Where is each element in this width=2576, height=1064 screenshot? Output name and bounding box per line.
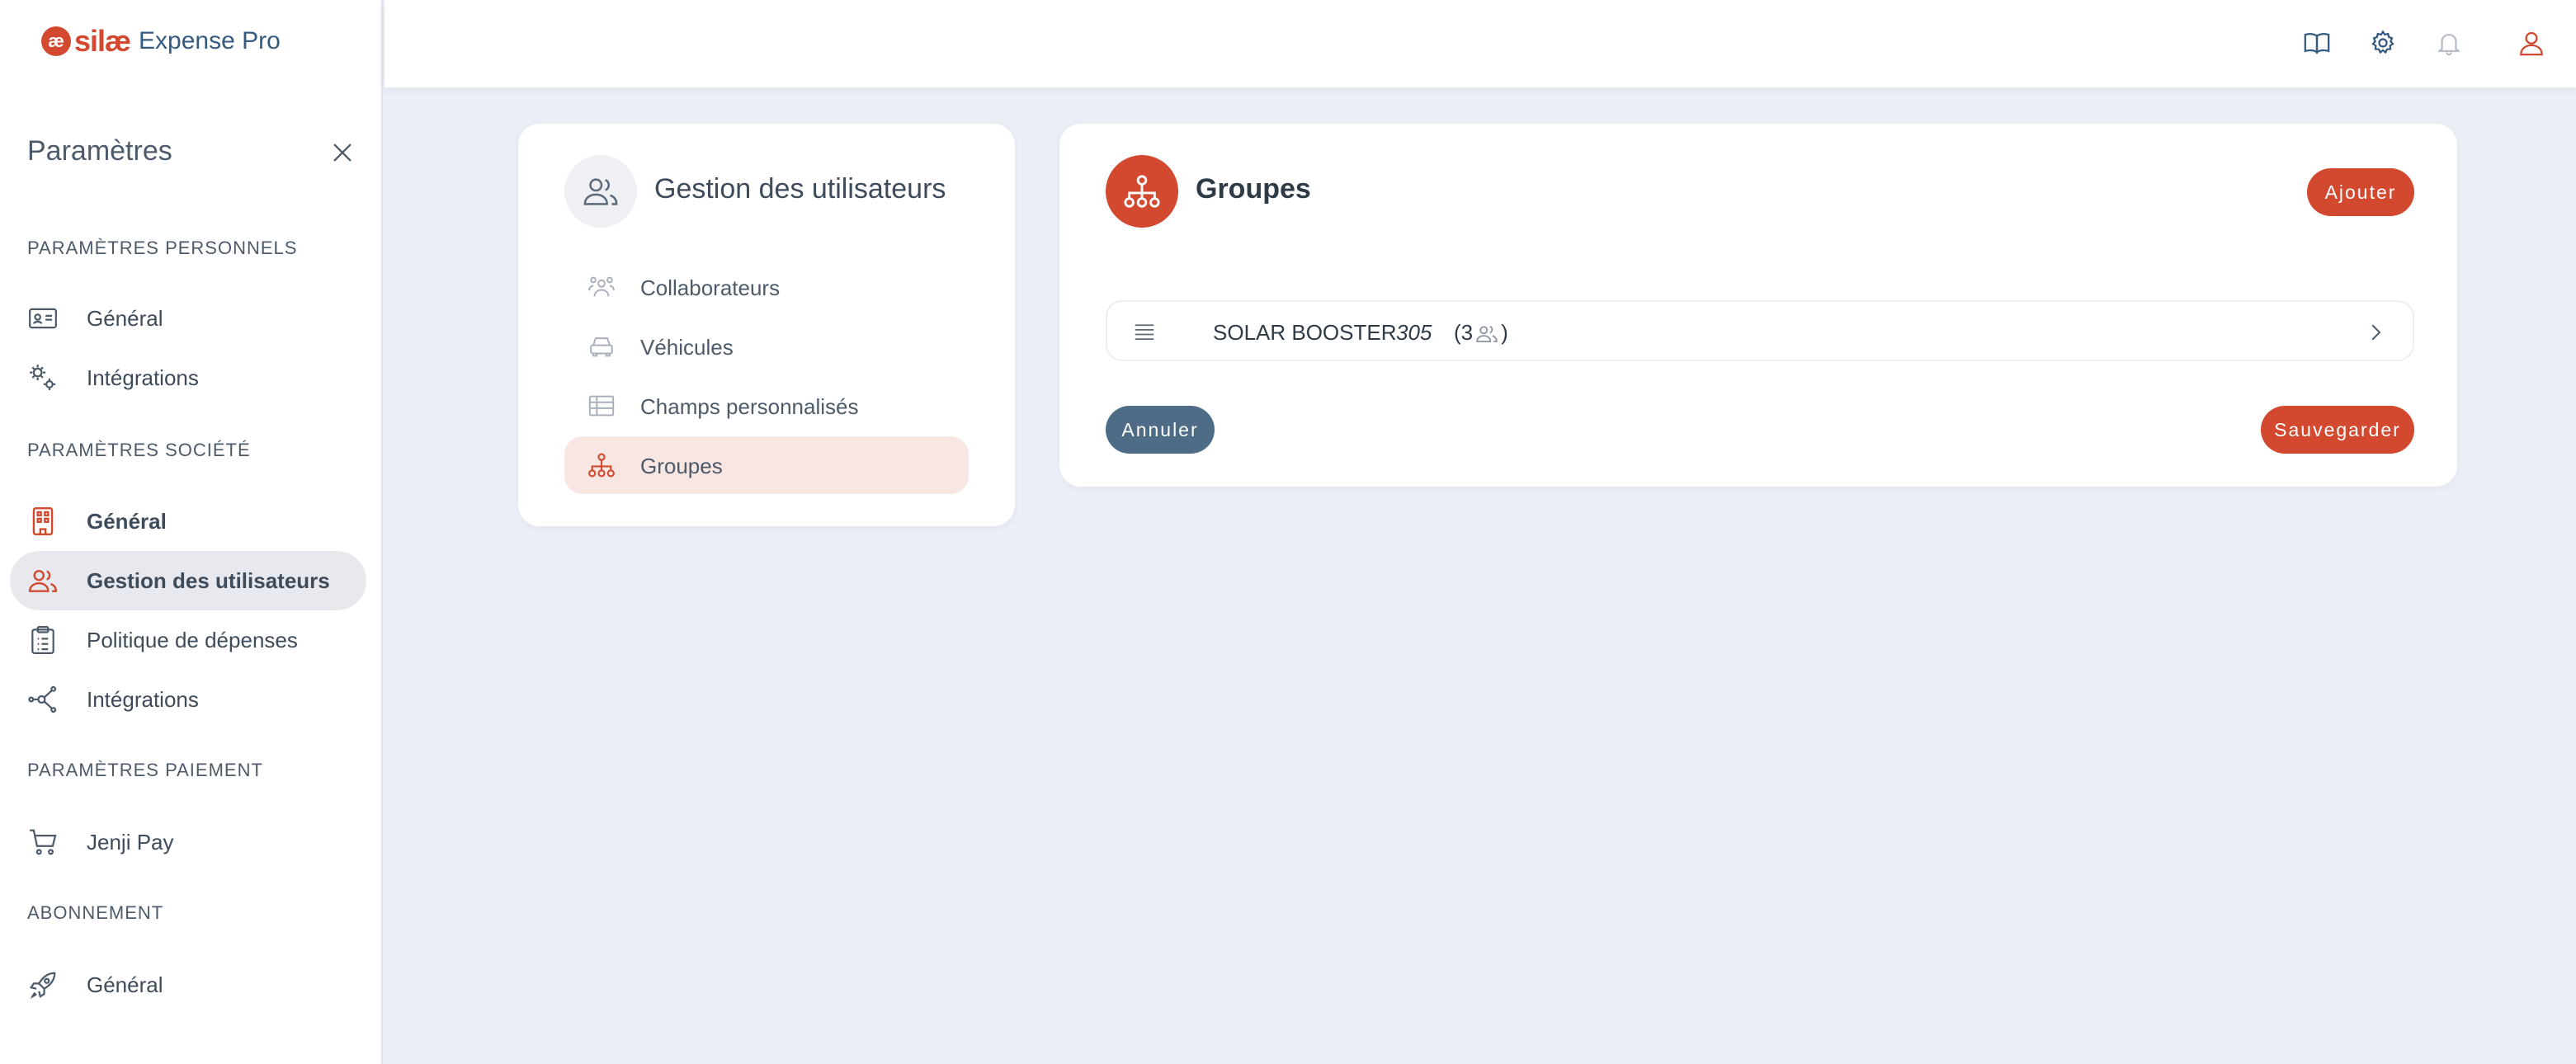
network-icon (26, 683, 59, 716)
logo-product: Expense Pro (139, 27, 281, 54)
gear-icon[interactable] (2366, 26, 2399, 59)
sidebar-item-label: Gestion des utilisateurs (87, 567, 330, 593)
app-logo[interactable]: æ silæ Expense Pro (41, 24, 281, 58)
groups-panel: Groupes Ajouter SOLAR BOOSTER 305 (3 ) A… (1059, 124, 2457, 487)
hierarchy-icon (586, 450, 617, 481)
sidebar-item-label: Politique de dépenses (87, 627, 298, 652)
group-count-suffix: ) (1501, 320, 1508, 345)
menu-item-label: Collaborateurs (640, 275, 781, 300)
sidebar-item-personal-general[interactable]: Général (10, 289, 366, 348)
building-icon (26, 505, 59, 538)
sidebar-item-label: Jenji Pay (87, 829, 174, 854)
table-icon (586, 390, 617, 421)
group-name: SOLAR BOOSTER (1213, 320, 1397, 345)
rocket-icon (26, 968, 59, 1001)
section-payment: PARAMÈTRES PAIEMENT (27, 760, 263, 780)
section-personal: PARAMÈTRES PERSONNELS (27, 238, 298, 258)
sidebar-item-user-management[interactable]: Gestion des utilisateurs (10, 551, 366, 610)
clipboard-icon (26, 624, 59, 657)
cart-icon (26, 826, 59, 859)
users-icon (26, 564, 59, 597)
close-icon[interactable] (328, 139, 356, 167)
sidebar-title: Paramètres (27, 135, 172, 167)
sidebar-item-company-general[interactable]: Général (10, 492, 366, 551)
sidebar-item-label: Intégrations (87, 365, 199, 390)
sidebar-item-expense-policy[interactable]: Politique de dépenses (10, 610, 366, 670)
id-card-icon (26, 302, 59, 335)
book-icon[interactable] (2300, 26, 2333, 59)
drag-handle-icon[interactable] (1132, 320, 1157, 345)
menu-item-collaborators[interactable]: Collaborateurs (564, 258, 969, 316)
sidebar-item-company-integrations[interactable]: Intégrations (10, 670, 366, 729)
group-code: 305 (1396, 320, 1432, 345)
menu-item-custom-fields[interactable]: Champs personnalisés (564, 377, 969, 435)
sidebar-item-label: Intégrations (87, 686, 199, 712)
menu-item-label: Véhicules (640, 335, 734, 360)
groups-title: Groupes (1196, 173, 1311, 205)
sidebar-item-label: Général (87, 508, 167, 534)
sidebar-item-label: Général (87, 305, 163, 331)
group-row[interactable]: SOLAR BOOSTER 305 (3 ) (1106, 300, 2414, 361)
car-icon (586, 331, 617, 362)
menu-item-label: Champs personnalisés (640, 394, 859, 419)
hierarchy-icon (1106, 155, 1178, 228)
menu-item-groups[interactable]: Groupes (564, 436, 969, 494)
section-company: PARAMÈTRES SOCIÉTÉ (27, 440, 251, 460)
cancel-button[interactable]: Annuler (1106, 406, 1215, 454)
menu-item-vehicles[interactable]: Véhicules (564, 318, 969, 375)
logo-brand: silæ (74, 24, 131, 58)
menu-item-label: Groupes (640, 454, 723, 478)
users-icon (564, 155, 637, 228)
settings-sidebar: æ silæ Expense Pro Paramètres PARAMÈTRES… (0, 0, 383, 1064)
sidebar-item-subscription-general[interactable]: Général (10, 955, 366, 1015)
group-member-count: (3 ) (1454, 320, 1508, 346)
user-management-title: Gestion des utilisateurs (654, 173, 946, 205)
sidebar-item-label: Général (87, 972, 163, 997)
section-subscription: ABONNEMENT (27, 902, 164, 923)
logo-mark: æ (41, 26, 71, 56)
team-icon (586, 271, 617, 303)
sidebar-item-personal-integrations[interactable]: Intégrations (10, 348, 366, 407)
sidebar-item-jenji-pay[interactable]: Jenji Pay (10, 812, 366, 872)
bell-icon[interactable] (2432, 26, 2465, 59)
user-icon[interactable] (2515, 26, 2548, 59)
add-button[interactable]: Ajouter (2307, 168, 2414, 216)
chevron-right-icon[interactable] (2363, 320, 2388, 345)
save-button[interactable]: Sauvegarder (2261, 406, 2414, 454)
gears-icon (26, 361, 59, 394)
user-management-panel: Gestion des utilisateurs Collaborateurs … (518, 124, 1015, 526)
group-count-prefix: (3 (1454, 320, 1474, 345)
top-bar (385, 0, 2576, 87)
users-icon (1476, 325, 1498, 342)
